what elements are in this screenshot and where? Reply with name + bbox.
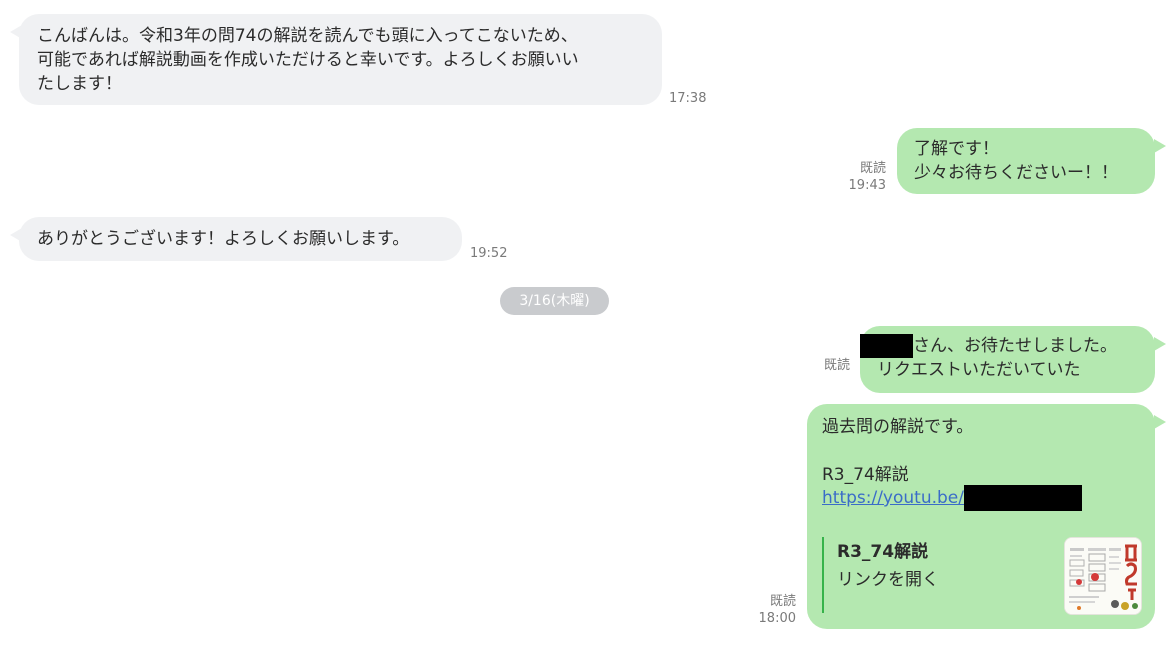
- incoming-message-bubble[interactable]: こんばんは。令和3年の問74の解説を読んでも頭に入ってこないため、 可能であれば…: [19, 14, 662, 105]
- read-status: 既読: [859, 161, 886, 176]
- message-text-line: 了解です！: [914, 139, 999, 159]
- link-preview-card[interactable]: R3_74解説 リンクを開く: [822, 537, 1142, 615]
- bubble-tail: [1154, 337, 1166, 351]
- open-link-label[interactable]: リンクを開く: [837, 565, 939, 590]
- message-timestamp: 18:00: [758, 611, 796, 626]
- redacted-name: [860, 334, 913, 358]
- read-status: 既読: [769, 594, 796, 609]
- message-text-line: 過去問の解説です。: [822, 417, 974, 437]
- message-text-line: 少々お待ちくださいー！！: [914, 163, 1118, 183]
- read-status: 既読: [823, 358, 850, 373]
- read-receipt: 既読 19:43: [849, 160, 886, 194]
- bubble-tail: [1154, 415, 1166, 429]
- message-text-line: リクエストいただいていた: [877, 360, 1081, 380]
- link-preview-title: R3_74解説: [837, 542, 929, 562]
- outgoing-message-bubble[interactable]: さん、お待たせしました。 リクエストいただいていた: [860, 326, 1155, 393]
- message-timestamp: 19:52: [470, 246, 508, 261]
- youtube-link[interactable]: https://youtu.be/: [822, 488, 964, 508]
- date-separator: 3/16(木曜): [500, 287, 609, 315]
- read-receipt: 既読: [824, 357, 850, 374]
- message-text-line: さん、お待たせしました。: [860, 334, 1155, 358]
- message-timestamp: 19:43: [848, 178, 886, 193]
- thumbnail-image: [1065, 538, 1141, 614]
- video-thumbnail[interactable]: [1064, 537, 1142, 615]
- message-timestamp: 17:38: [669, 91, 707, 106]
- outgoing-message-bubble[interactable]: 了解です！ 少々お待ちくださいー！！: [897, 128, 1155, 194]
- bubble-tail: [1154, 139, 1166, 153]
- message-text-line: R3_74解説: [822, 465, 909, 485]
- message-link-line: https://youtu.be/: [822, 485, 1082, 511]
- redacted-link-id: [964, 485, 1082, 511]
- incoming-message-bubble[interactable]: ありがとうございます！よろしくお願いします。: [19, 217, 462, 261]
- message-text-line: 可能であれば解説動画を作成いただけると幸いです。よろしくお願いい: [37, 50, 579, 70]
- message-text-fragment: さん、お待たせしました。: [913, 336, 1117, 356]
- message-text-line: ありがとうございます！よろしくお願いします。: [37, 229, 410, 249]
- read-receipt: 既読 18:00: [759, 593, 796, 627]
- message-text-line: こんばんは。令和3年の問74の解説を読んでも頭に入ってこないため、: [37, 26, 578, 46]
- message-text-line: たします！: [37, 74, 122, 94]
